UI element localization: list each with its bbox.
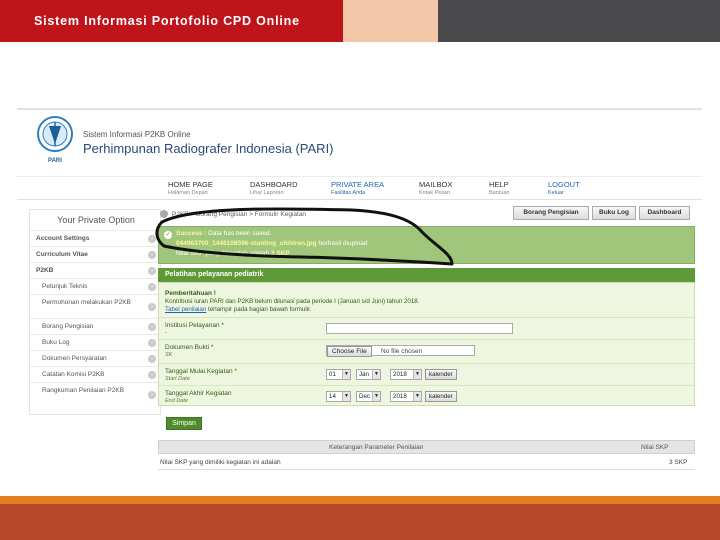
dashboard-button[interactable]: Dashboard <box>639 206 690 220</box>
institusi-input[interactable] <box>326 323 513 334</box>
tabel-penilaian-link[interactable]: Tabel penilaian <box>165 306 206 313</box>
logo-text: PARI <box>48 158 62 164</box>
notice-title: Pemberitahuan ! <box>165 290 216 297</box>
nav-dashboard[interactable]: DASHBOARD Lihat Laporan <box>250 180 298 196</box>
dropdown-icon: ▼ <box>342 392 350 401</box>
akhir-day-select[interactable]: 14 ▼ <box>326 391 351 402</box>
slide-header-dark <box>438 0 720 42</box>
org-name: Perhimpunan Radiografer Indonesia (PARI) <box>83 141 334 156</box>
system-name: Sistem Informasi P2KB Online <box>83 130 191 139</box>
simpan-button[interactable]: Simpan <box>166 417 202 430</box>
institusi-sub: - <box>165 330 167 336</box>
slide-title: Sistem Informasi Portofolio CPD Online <box>34 14 300 28</box>
nav-home[interactable]: HOME PAGE Halaman Depan <box>168 180 213 196</box>
mulai-calendar-button[interactable]: kalender <box>425 369 457 380</box>
pari-logo: PARI <box>37 116 73 164</box>
table-cell: Nilai SKP yang dimiliki kegiatan ini ada… <box>160 459 281 466</box>
arrow-icon: › <box>148 391 156 399</box>
akhir-month-select[interactable]: Dec ▼ <box>356 391 381 402</box>
nav-mailbox[interactable]: MAILBOX Kotak Pesan <box>419 180 452 196</box>
mulai-month-select[interactable]: Jan ▼ <box>356 369 381 380</box>
mulai-label: Tanggal Mulai Kegiatan * <box>165 368 237 375</box>
sidebar-item-dokumen-persyaratan[interactable]: Dokumen Persyaratan › <box>30 350 161 366</box>
arrow-icon: › <box>148 323 156 331</box>
akhir-year-select[interactable]: 2018 ▼ <box>390 391 422 402</box>
dropdown-icon: ▼ <box>372 392 380 401</box>
mulai-year-select[interactable]: 2018 ▼ <box>390 369 422 380</box>
choose-file-button[interactable]: Choose File <box>327 346 372 357</box>
nav-private-area[interactable]: PRIVATE AREA Fasilitas Anda <box>331 180 384 196</box>
akhir-calendar-button[interactable]: kalender <box>425 391 457 402</box>
main-nav: HOME PAGE Halaman Depan DASHBOARD Lihat La… <box>17 176 702 200</box>
akhir-sub: End Date <box>165 398 188 404</box>
no-file-text: No file chosen <box>381 348 423 355</box>
kegiatan-form: Pemberitahuan ! Kontribusi iuran PARI da… <box>158 282 695 406</box>
sidebar-item-borang-pengisian[interactable]: Borang Pengisian › <box>30 318 161 334</box>
arrow-icon: › <box>148 339 156 347</box>
sidebar-item-catatan-komisi[interactable]: Catatan Komisi P2KB › <box>30 366 161 382</box>
dropdown-icon: ▼ <box>413 392 421 401</box>
akhir-row: Tanggal Akhir Kegiatan End Date 14 ▼ Dec ▼… <box>159 385 694 407</box>
sidebar-item-permohonan[interactable]: Permohonan melakukan P2KB › <box>30 294 161 318</box>
institusi-row: Institusi Pelayanan * - <box>159 317 694 339</box>
sidebar-item-buku-log[interactable]: Buku Log › <box>30 334 161 350</box>
dokumen-sub: SK <box>165 352 173 358</box>
column-header: Nilai SKP <box>641 444 669 451</box>
slide-header-accent <box>343 0 438 42</box>
web-screenshot: PARI Sistem Informasi P2KB Online Perhim… <box>17 108 702 470</box>
buku-log-button[interactable]: Buku Log <box>592 206 636 220</box>
mulai-day-select[interactable]: 01 ▼ <box>326 369 351 380</box>
footer-accent <box>0 496 720 504</box>
institusi-label: Institusi Pelayanan * <box>165 322 224 329</box>
table-cell: 3 SKP <box>669 459 688 466</box>
dokumen-row: Dokumen Bukti * SK Choose File No file c… <box>159 339 694 363</box>
arrow-icon: › <box>148 303 156 311</box>
akhir-label: Tanggal Akhir Kegiatan <box>165 390 232 397</box>
dropdown-icon: ▼ <box>413 370 421 379</box>
sidebar-item-rangkuman-penilaian[interactable]: Rangkuman Penilaian P2KB › <box>30 382 161 406</box>
notice-line: Kontribusi iuran PARI dan P2KB belum dil… <box>165 298 420 305</box>
mulai-row: Tanggal Mulai Kegiatan * Start Date 01 ▼ … <box>159 363 694 385</box>
sidebar-item-p2kb[interactable]: P2KB › <box>30 262 161 278</box>
table-divider <box>158 469 695 470</box>
mulai-sub: Start Date <box>165 376 190 382</box>
footer-bar <box>0 504 720 540</box>
dokumen-label: Dokumen Bukti * <box>165 344 214 351</box>
sidebar-item-curriculum-vitae[interactable]: Curriculum Vitae › <box>30 246 161 262</box>
nav-help[interactable]: HELP Bantuan <box>489 180 510 196</box>
dropdown-icon: ▼ <box>372 370 380 379</box>
arrow-icon: › <box>148 355 156 363</box>
borang-pengisian-button[interactable]: Borang Pengisian <box>513 206 589 220</box>
sidebar-item-petunjuk-teknis[interactable]: Petunjuk Teknis › <box>30 278 161 294</box>
handdrawn-annotation <box>155 207 454 266</box>
nav-logout[interactable]: LOGOUT Keluar <box>548 180 580 196</box>
sidebar: Your Private Option Account Settings › Cu… <box>29 209 161 415</box>
sidebar-title: Your Private Option <box>57 215 135 225</box>
dropdown-icon: ▼ <box>342 370 350 379</box>
column-header: Keterangan Parameter Penilaian <box>329 444 424 451</box>
sidebar-item-account-settings[interactable]: Account Settings › <box>30 230 161 246</box>
arrow-icon: › <box>148 371 156 379</box>
table-header: Keterangan Parameter Penilaian Nilai SKP <box>158 440 695 454</box>
notice-line-2: terlampir pada bagian bawah formulir. <box>208 306 312 313</box>
arrow-icon: › <box>148 283 156 291</box>
